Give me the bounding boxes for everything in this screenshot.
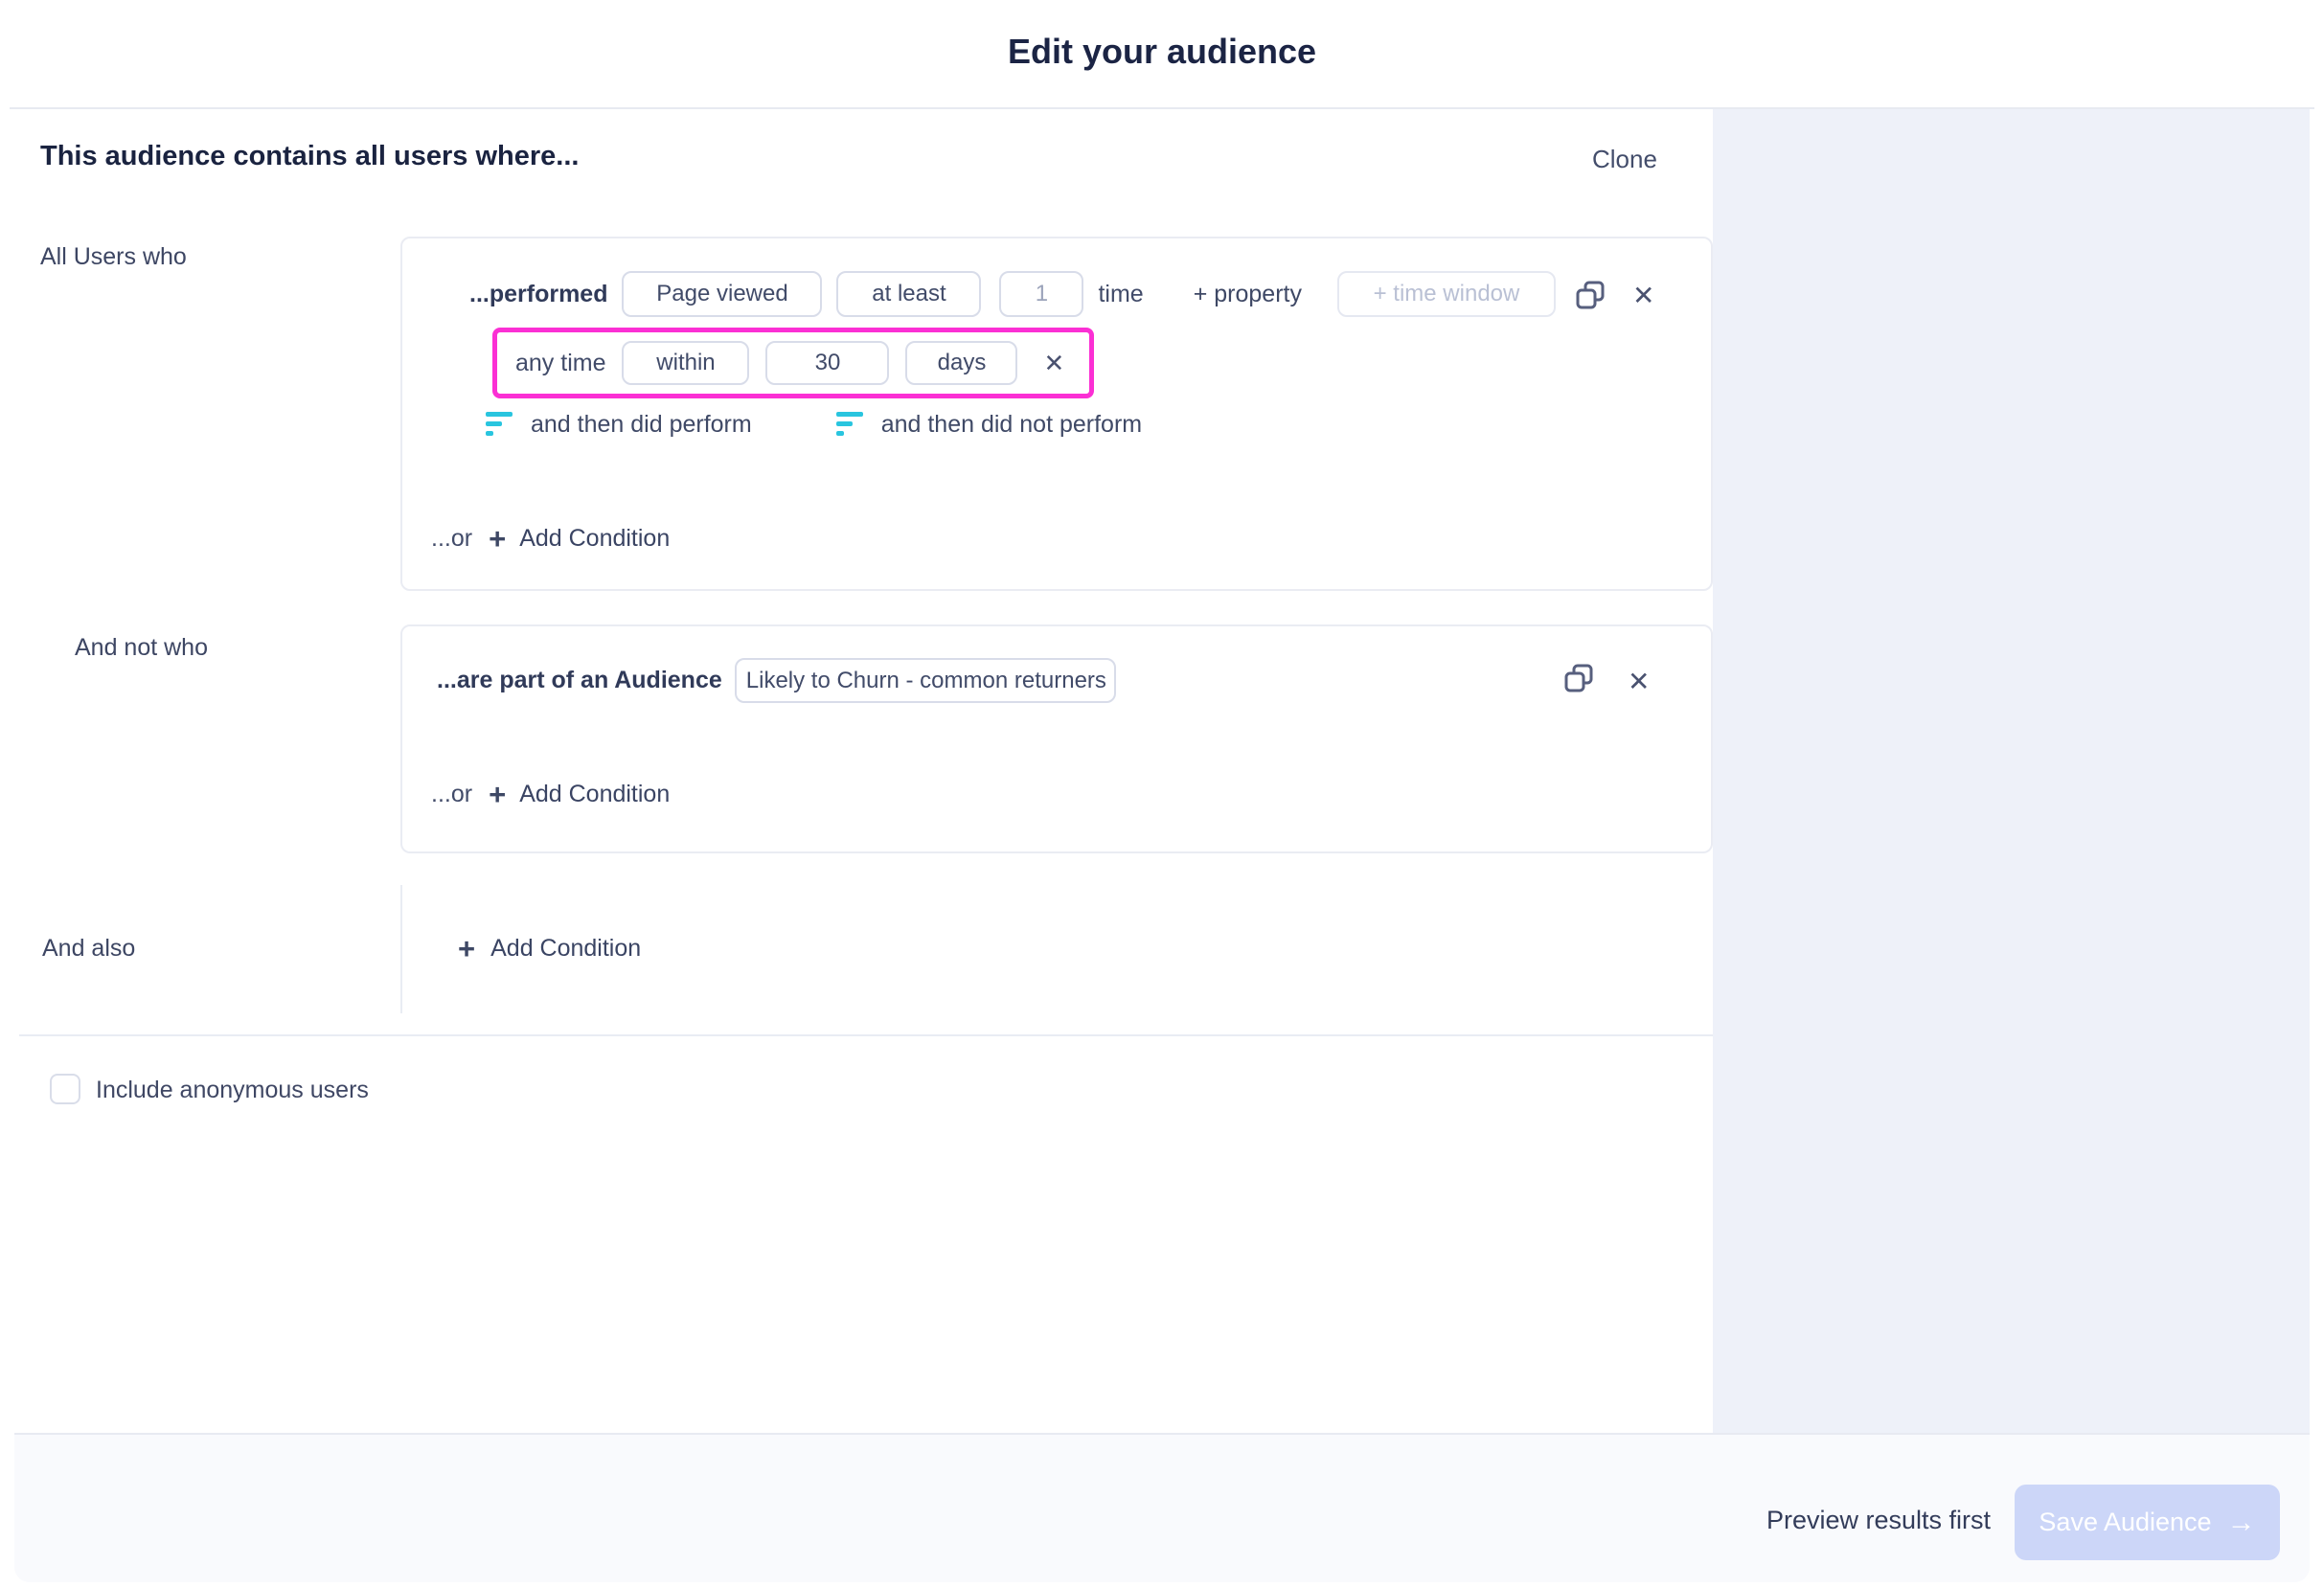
- filter-icon: [836, 412, 863, 437]
- and-also-divider: [400, 885, 402, 1013]
- time-unit-select[interactable]: days: [905, 341, 1017, 385]
- group-label-and-also: And also: [42, 935, 135, 963]
- group-label-and-not-who: And not who: [75, 634, 208, 662]
- add-condition-label: Add Condition: [490, 935, 641, 963]
- section-divider: [19, 1034, 1713, 1036]
- condition-row-audience: ...are part of an Audience Likely to Chu…: [437, 658, 1116, 703]
- plus-icon: +: [489, 524, 506, 554]
- duplicate-condition-icon[interactable]: [1562, 662, 1595, 694]
- add-condition-label: Add Condition: [519, 525, 670, 553]
- any-time-label: any time: [515, 350, 605, 377]
- add-condition-label: Add Condition: [519, 781, 670, 808]
- then-did-not-perform-button[interactable]: and then did not perform: [836, 411, 1142, 439]
- footer-hint: Preview results first: [1703, 1506, 1991, 1535]
- time-comparison-select[interactable]: within: [622, 341, 749, 385]
- condition-group-performed: ...performed Page viewed at least 1 time…: [400, 237, 1713, 591]
- then-did-perform-label: and then did perform: [531, 411, 752, 439]
- save-audience-label: Save Audience: [2039, 1508, 2211, 1537]
- preview-sidebar: See a sample of users in this audience. …: [1713, 109, 2310, 1433]
- or-add-condition-row: ...or + Add Condition: [431, 523, 670, 554]
- condition-group-audience: ...are part of an Audience Likely to Chu…: [400, 624, 1713, 853]
- count-input[interactable]: 1: [999, 271, 1083, 317]
- remove-condition-icon[interactable]: ✕: [1628, 669, 1650, 695]
- add-property-button[interactable]: + property: [1194, 281, 1302, 308]
- duplicate-condition-icon[interactable]: [1574, 279, 1606, 311]
- or-label: ...or: [431, 781, 472, 808]
- arrow-right-icon: →: [2227, 1509, 2256, 1537]
- save-audience-button[interactable]: Save Audience →: [2015, 1485, 2280, 1560]
- audience-select[interactable]: Likely to Churn - common returners: [735, 658, 1116, 703]
- add-condition-button[interactable]: + Add Condition: [458, 933, 641, 964]
- or-add-condition-row: ...or + Add Condition: [431, 779, 670, 809]
- add-condition-button[interactable]: + Add Condition: [489, 524, 670, 554]
- filter-icon: [486, 412, 513, 437]
- close-icon: ✕: [1632, 283, 1654, 309]
- performed-label: ...performed: [469, 281, 607, 308]
- plus-icon: +: [489, 780, 506, 809]
- add-time-window-button[interactable]: + time window: [1337, 271, 1556, 317]
- audience-prefix-label: ...are part of an Audience: [437, 667, 722, 694]
- group-label-all-users-who: All Users who: [40, 243, 187, 271]
- page-title: Edit your audience: [0, 32, 2324, 72]
- plus-icon: +: [458, 934, 475, 964]
- time-value-input[interactable]: 30: [765, 341, 889, 385]
- clone-button[interactable]: Clone: [1592, 145, 1657, 174]
- then-did-not-perform-label: and then did not perform: [881, 411, 1142, 439]
- include-anonymous-label: Include anonymous users: [96, 1077, 369, 1104]
- time-filter-highlight: any time within 30 days ✕: [492, 328, 1094, 398]
- include-anonymous-checkbox[interactable]: [50, 1074, 80, 1104]
- event-select[interactable]: Page viewed: [622, 271, 822, 317]
- add-condition-button[interactable]: + Add Condition: [489, 780, 670, 809]
- count-unit-label: time: [1098, 281, 1143, 308]
- close-icon: ✕: [1628, 669, 1650, 695]
- audience-heading: This audience contains all users where..…: [40, 141, 579, 172]
- or-label: ...or: [431, 525, 472, 553]
- sequence-links-row: and then did perform and then did not pe…: [486, 411, 1142, 438]
- then-did-perform-button[interactable]: and then did perform: [486, 411, 752, 439]
- remove-time-filter-icon[interactable]: ✕: [1043, 351, 1064, 375]
- condition-row-performed: ...performed Page viewed at least 1 time…: [469, 271, 1556, 317]
- remove-condition-icon[interactable]: ✕: [1632, 283, 1654, 309]
- operator-select[interactable]: at least: [836, 271, 981, 317]
